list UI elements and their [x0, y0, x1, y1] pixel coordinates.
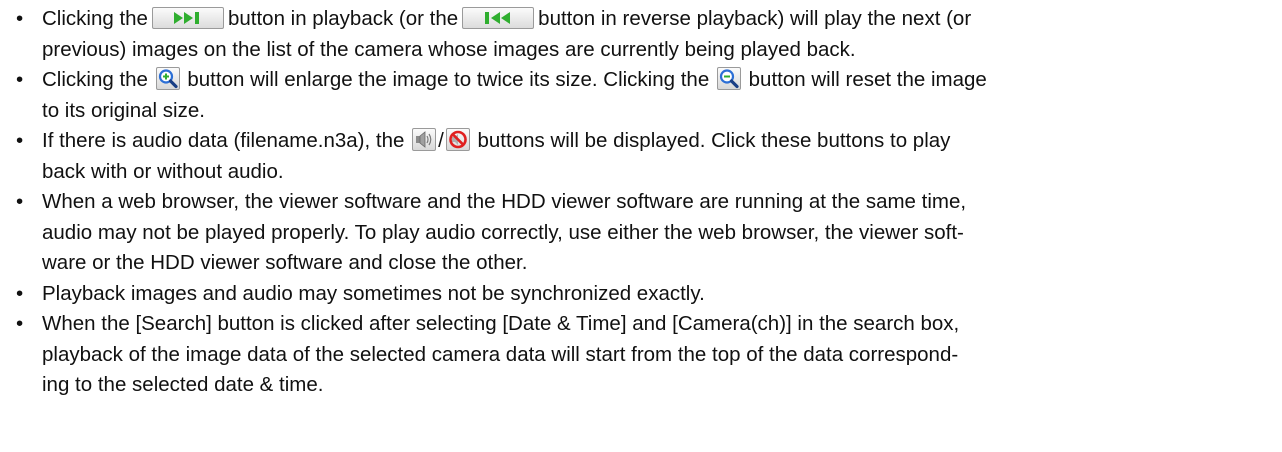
- skip-forward-icon: [151, 6, 224, 29]
- bullet-dot: •: [16, 312, 24, 335]
- text-segment: button in reverse playback) will play th…: [538, 7, 972, 30]
- text-segment: If there is audio data (filename.n3a), t…: [42, 129, 405, 152]
- bullet-dot: •: [16, 281, 24, 305]
- bullet-list: • Clicking the button in playback (or the…: [14, 4, 1274, 401]
- text-segment: Clicking the: [42, 7, 148, 30]
- text-line: playback of the image data of the select…: [42, 342, 959, 366]
- bullet-dot: •: [16, 68, 24, 91]
- speaker-icon: [412, 128, 437, 152]
- skip-back-icon: [462, 6, 535, 29]
- text-line: Clicking the button will enlarge the ima…: [42, 65, 1274, 96]
- text-line: previous) images on the list of the came…: [42, 37, 856, 61]
- text-segment: button will reset the image: [748, 68, 987, 91]
- text-segment: /: [438, 129, 444, 152]
- list-item: • Playback images and audio may sometime…: [14, 279, 1274, 310]
- list-item: • Clicking the button will enlarge the i…: [14, 65, 1274, 126]
- text-line: If there is audio data (filename.n3a), t…: [42, 126, 1274, 157]
- list-item: • If there is audio data (filename.n3a),…: [14, 126, 1274, 187]
- text-segment: button will enlarge the image to twice i…: [187, 68, 710, 91]
- text-line: When the [Search] button is clicked afte…: [42, 312, 960, 335]
- mute-icon: [445, 128, 470, 152]
- list-item: • When the [Search] button is clicked af…: [14, 309, 1274, 401]
- text-line: Playback images and audio may sometimes …: [42, 281, 705, 305]
- bullet-dot: •: [16, 129, 24, 152]
- list-item: • Clicking the button in playback (or the…: [14, 4, 1274, 65]
- text-line: back with or without audio.: [42, 159, 284, 183]
- text-line: ing to the selected date & time.: [42, 373, 324, 396]
- text-line: ware or the HDD viewer software and clos…: [42, 251, 528, 274]
- text-segment: buttons will be displayed. Click these b…: [477, 129, 951, 152]
- text-line: Clicking the button in playback (or the bu…: [42, 4, 1274, 35]
- bullet-dot: •: [16, 7, 24, 30]
- text-segment: button in playback (or the: [227, 7, 459, 30]
- text-line: to its original size.: [42, 98, 205, 122]
- list-item: • When a web browser, the viewer softwar…: [14, 187, 1274, 279]
- instruction-notes: • Clicking the button in playback (or the…: [14, 4, 1274, 401]
- zoom-in-icon: [155, 67, 180, 91]
- bullet-dot: •: [16, 190, 24, 213]
- text-segment: Clicking the: [42, 68, 148, 91]
- text-line: When a web browser, the viewer software …: [42, 190, 967, 213]
- zoom-reset-icon: [716, 67, 741, 91]
- text-line: audio may not be played properly. To pla…: [42, 220, 964, 244]
